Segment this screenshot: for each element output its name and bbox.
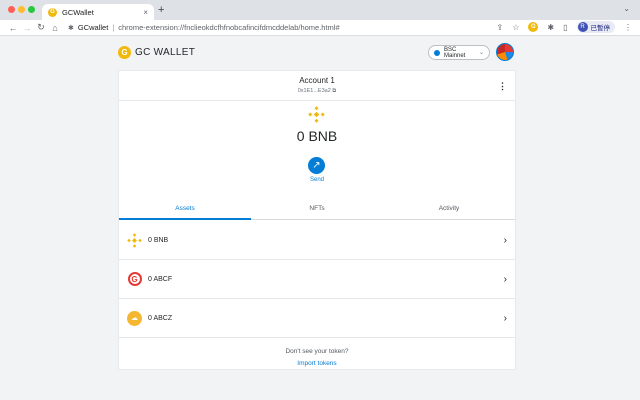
- account-name: Account 1: [299, 76, 335, 85]
- account-avatar[interactable]: [496, 43, 514, 61]
- gc-logo-icon: G: [118, 46, 131, 59]
- chevron-down-icon: ⌄: [478, 50, 484, 56]
- profile-status: 已暫停: [590, 25, 611, 32]
- asset-row-abcf[interactable]: G 0 ABCF ›: [119, 260, 515, 299]
- tab-title: GCWallet: [62, 7, 94, 17]
- forward-icon[interactable]: →: [20, 23, 34, 33]
- share-icon[interactable]: ⇪: [497, 23, 504, 32]
- address-url: chrome-extension://fnclieokdcfhfnobcafin…: [118, 23, 340, 32]
- wallet-tabs: Assets NFTs Activity: [119, 199, 515, 220]
- asset-balance: 0 BNB: [148, 236, 169, 244]
- tab-nfts[interactable]: NFTs: [251, 199, 383, 219]
- app-logo[interactable]: G GC WALLET: [118, 46, 195, 59]
- browser-tab[interactable]: G GCWallet ×: [42, 4, 154, 20]
- asset-balance: 0 ABCF: [148, 275, 173, 283]
- bookmark-star-icon[interactable]: ☆: [512, 23, 519, 32]
- chevron-right-icon: ›: [503, 312, 507, 324]
- reload-icon[interactable]: ↻: [34, 22, 48, 33]
- side-panel-icon[interactable]: ▯: [563, 23, 567, 32]
- g-token-icon: G: [127, 272, 142, 286]
- wallet-card: Account 1 0x1E1...E3a2 ⧉ ⋮ 0 BNB ↗ Send …: [118, 70, 516, 370]
- z-token-icon: ☁: [127, 310, 142, 326]
- browser-toolbar: ← → ↻ ⌂ ✱ GCwallet | chrome-extension://…: [0, 20, 640, 36]
- arrow-up-right-icon: ↗: [312, 160, 321, 171]
- chevron-right-icon: ›: [503, 273, 507, 285]
- account-bar: Account 1 0x1E1...E3a2 ⧉ ⋮: [119, 71, 515, 101]
- tab-assets[interactable]: Assets: [119, 199, 251, 220]
- send-label[interactable]: Send: [119, 177, 515, 183]
- home-icon[interactable]: ⌂: [48, 23, 62, 33]
- account-menu-icon[interactable]: ⋮: [498, 81, 507, 92]
- window-maximize-button[interactable]: [28, 6, 35, 13]
- network-selector[interactable]: BSC Mainnet ⌄: [428, 45, 490, 60]
- bnb-icon: [127, 232, 142, 248]
- browser-tabstrip: G GCWallet × + ⌄: [0, 0, 640, 20]
- address-site-name: GCwallet: [77, 23, 109, 32]
- extension-puzzle-icon: ✱: [68, 24, 74, 32]
- app-name: GC WALLET: [135, 47, 196, 58]
- asset-row-abcz[interactable]: ☁ 0 ABCZ ›: [119, 299, 515, 338]
- asset-balance: 0 ABCZ: [148, 314, 173, 322]
- asset-row-bnb[interactable]: 0 BNB ›: [119, 221, 515, 260]
- address-bar[interactable]: ✱ GCwallet | chrome-extension://fnclieok…: [68, 22, 340, 34]
- toolbar-actions: ⇪ ☆ G ✱ ▯ R 已暫停 ⋮: [497, 21, 632, 33]
- back-icon[interactable]: ←: [6, 23, 20, 33]
- balance-amount: 0 BNB: [296, 128, 338, 144]
- profile-avatar: R: [577, 22, 588, 32]
- new-tab-button[interactable]: +: [158, 4, 164, 16]
- network-status-dot: [434, 49, 440, 56]
- bnb-icon: [308, 106, 325, 123]
- network-name: BSC Mainnet: [444, 46, 466, 59]
- gcwallet-extension-icon[interactable]: G: [528, 22, 539, 32]
- app-header: G GC WALLET BSC Mainnet ⌄: [0, 37, 640, 69]
- gcwallet-favicon-icon: G: [48, 7, 57, 17]
- extensions-puzzle-icon[interactable]: ✱: [547, 23, 554, 32]
- window-close-button[interactable]: [8, 6, 15, 13]
- tab-close-icon[interactable]: ×: [143, 8, 148, 17]
- account-address[interactable]: 0x1E1...E3a2 ⧉: [119, 88, 515, 95]
- import-tokens-link[interactable]: Import tokens: [119, 360, 515, 367]
- browser-menu-icon[interactable]: ⋮: [624, 23, 632, 32]
- tab-activity[interactable]: Activity: [383, 199, 515, 219]
- address-separator: |: [112, 23, 115, 32]
- profile-button[interactable]: R 已暫停: [576, 21, 615, 33]
- send-button[interactable]: ↗: [308, 157, 325, 174]
- missing-token-prompt: Don't see your token?: [285, 348, 349, 355]
- tab-search-icon[interactable]: ⌄: [623, 4, 630, 13]
- chevron-right-icon: ›: [503, 234, 507, 246]
- window-minimize-button[interactable]: [18, 6, 25, 13]
